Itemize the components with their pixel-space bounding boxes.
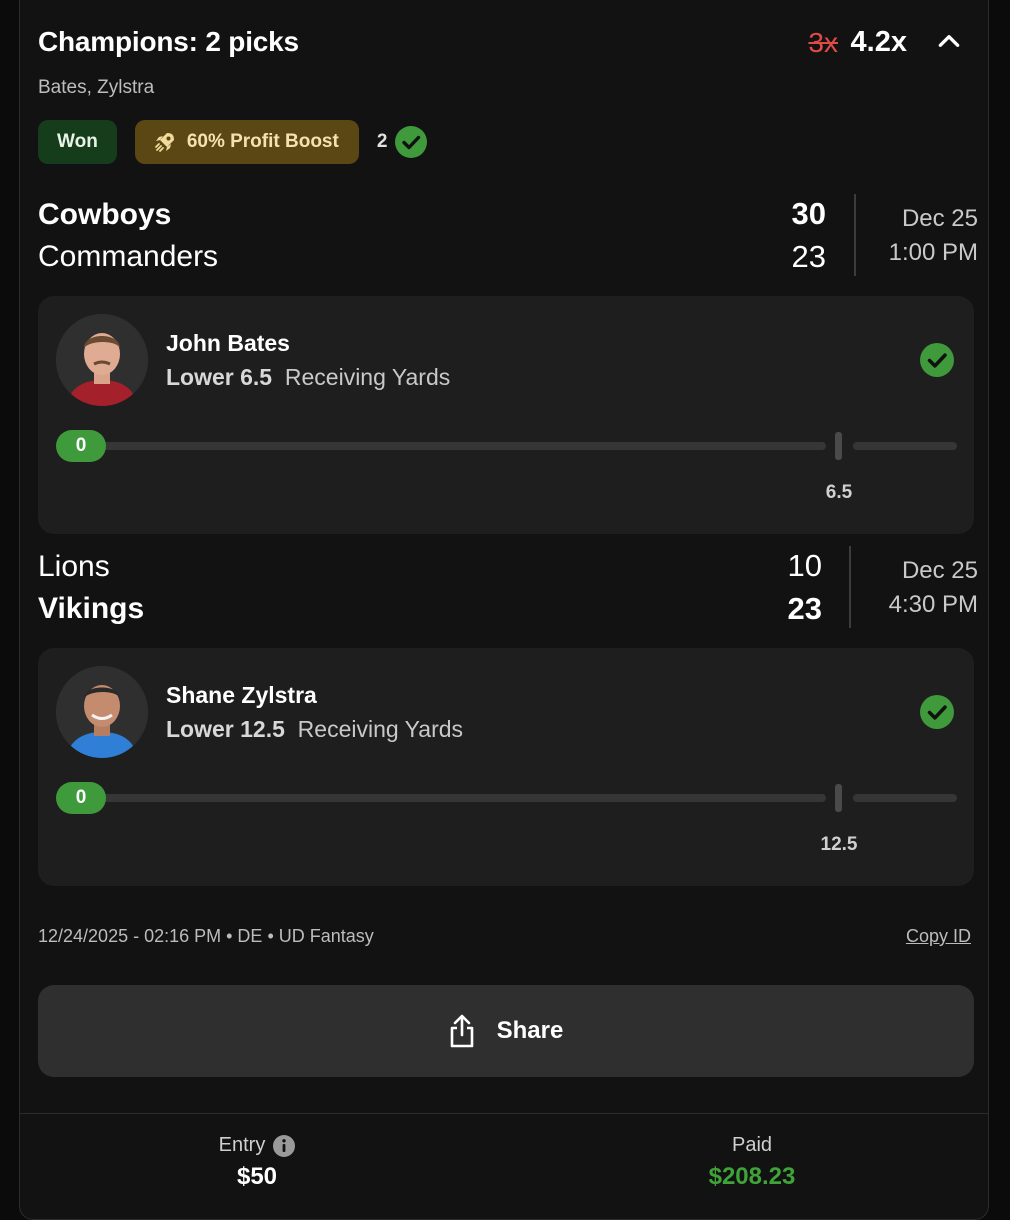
check-circle-icon [920, 695, 954, 729]
check-circle-icon [920, 343, 954, 377]
actual-value-pill: 0 [56, 782, 106, 814]
team-name: Lions [38, 550, 110, 583]
entry-value: $50 [236, 1163, 278, 1190]
entry-summary: Entry $50 [107, 1134, 407, 1191]
game-date-text: Dec 25 [901, 205, 978, 232]
share-button[interactable]: Share [38, 985, 974, 1077]
boosted-multiplier: 4.2x [850, 26, 907, 58]
line-marker [835, 432, 842, 460]
score-divider [849, 546, 851, 628]
pick-direction: Lower 12.5 [166, 716, 285, 742]
paid-label: Paid [731, 1134, 773, 1156]
team-name: Cowboys [38, 198, 172, 231]
team-score: 30 [791, 196, 826, 231]
player-avatar [56, 666, 148, 758]
paid-summary: Paid $208.23 [602, 1134, 902, 1191]
team-score: 10 [787, 548, 822, 583]
paid-value: $208.23 [708, 1163, 796, 1190]
team-name: Vikings [38, 592, 145, 625]
profit-boost-label: 60% Profit Boost [186, 131, 339, 152]
line-marker-label: 6.5 [825, 482, 853, 503]
entry-label: Entry [218, 1134, 266, 1156]
profit-boost-badge: 60% Profit Boost [134, 120, 359, 164]
rocket-icon [154, 133, 174, 152]
pick-row[interactable]: Shane Zylstra Lower 12.5 Receiving Yards… [38, 648, 974, 886]
game-matchup: Cowboys Commanders 30 23 Dec 25 1:00 PM [38, 194, 978, 284]
progress-track-over [853, 442, 957, 450]
footer-divider [20, 1113, 988, 1114]
pick-line: Lower 12.5 Receiving Yards [166, 716, 463, 743]
game-time-text: 1:00 PM [888, 239, 978, 266]
player-avatar [56, 314, 148, 406]
progress-track [58, 794, 826, 802]
entry-title: Champions: 2 picks [38, 26, 299, 57]
line-marker [835, 784, 842, 812]
check-circle-icon [395, 126, 428, 158]
badge-row: Won 60% Profit Boost 2 [38, 120, 428, 164]
stat-type: Receiving Yards [284, 364, 451, 390]
pick-card: Champions: 2 picks 3x 4.2x Bates, Zylstr… [19, 0, 989, 1220]
status-badge: Won [38, 120, 117, 164]
score-divider [854, 194, 856, 276]
progress-track-over [853, 794, 957, 802]
player-name: John Bates [166, 330, 290, 356]
correct-count-value: 2 [376, 131, 388, 152]
copy-id-link[interactable]: Copy ID [906, 926, 971, 947]
game-matchup: Lions Vikings 10 23 Dec 25 4:30 PM [38, 546, 978, 636]
game-time: Dec 25 1:00 PM [889, 202, 978, 270]
pick-line: Lower 6.5 Receiving Yards [166, 364, 450, 391]
game-time-text: 4:30 PM [888, 591, 978, 618]
team-score: 23 [787, 591, 822, 626]
original-multiplier: 3x [808, 27, 838, 58]
info-icon[interactable] [273, 1134, 296, 1157]
correct-picks-count: 2 [377, 126, 428, 158]
line-marker-label: 12.5 [820, 834, 858, 855]
progress-track [58, 442, 826, 450]
game-date-text: Dec 25 [901, 557, 978, 584]
player-name: Shane Zylstra [166, 682, 317, 708]
chevron-up-icon[interactable] [936, 28, 962, 54]
players-summary: Bates, Zylstra [38, 77, 155, 98]
game-time: Dec 25 4:30 PM [889, 554, 978, 622]
pick-row[interactable]: John Bates Lower 6.5 Receiving Yards 0 6… [38, 296, 974, 534]
share-icon [450, 1014, 473, 1048]
entry-meta: 12/24/2025 - 02:16 PM • DE • UD Fantasy [38, 926, 374, 946]
actual-value-pill: 0 [56, 430, 106, 462]
share-label: Share [496, 1017, 564, 1044]
team-score: 23 [791, 239, 826, 274]
pick-direction: Lower 6.5 [166, 364, 273, 390]
stat-type: Receiving Yards [297, 716, 464, 742]
team-name: Commanders [38, 240, 219, 273]
